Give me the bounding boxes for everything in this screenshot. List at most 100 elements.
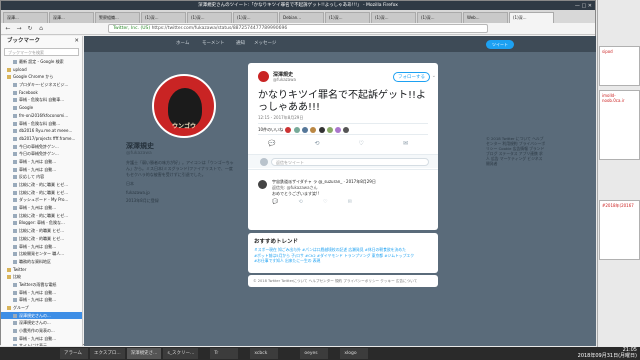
message-icon[interactable]: ✉ — [403, 140, 408, 147]
bookmark-item[interactable]: 深澤規史さんの... — [1, 319, 82, 327]
bookmark-item[interactable]: 車械 - 九州は 自動... — [1, 296, 82, 304]
avatar[interactable] — [258, 71, 269, 82]
tab-active[interactable]: (1)深... — [509, 12, 554, 23]
liker-avatar[interactable] — [285, 127, 292, 133]
liker-avatar[interactable] — [343, 127, 350, 133]
bookmark-folder[interactable]: Twitter — [1, 266, 82, 274]
taskbar-icon[interactable] — [50, 348, 58, 359]
nav-messages[interactable]: メッセージ — [254, 40, 276, 46]
bookmark-item[interactable]: 比較に改 - 的に職業 ヒゼ... — [1, 212, 82, 220]
profile-link[interactable]: fukazawa.jp — [126, 190, 236, 195]
retweet-icon[interactable]: ⟲ — [315, 140, 320, 147]
tab[interactable]: (1)深... — [371, 12, 416, 23]
taskbar-icon[interactable] — [10, 348, 18, 359]
bookmark-folder[interactable]: 比較 — [1, 273, 82, 281]
bookmark-item[interactable]: 車械 - 九州は 自動... — [1, 289, 82, 297]
author-handle[interactable]: @fukazawa — [273, 77, 296, 82]
taskbar-app[interactable]: 深澤規史さ... — [126, 348, 162, 359]
bookmark-item[interactable]: 比較に改 - 的に職業 ヒゼ... — [1, 181, 82, 189]
profile-name[interactable]: 深澤規史 — [126, 141, 236, 151]
bookmark-item[interactable]: 今日の車械免許ゲン... — [1, 150, 82, 158]
forward-icon[interactable]: → — [15, 25, 23, 33]
nav-home[interactable]: ホーム — [176, 40, 189, 46]
bookmark-item[interactable]: Twitterの雨雲な電紙 — [1, 281, 82, 289]
bookmark-folder[interactable]: upload — [1, 66, 82, 74]
profile-avatar[interactable]: ウンゴウ — [152, 74, 216, 138]
bookmark-item[interactable]: 車械 - 九州は 自動... — [1, 335, 82, 343]
page-footer[interactable]: © 2018 Twitter Twitterについて ヘルプセンター 規約 プラ… — [248, 275, 438, 287]
bookmark-item[interactable]: Blogger: 車械 - 危険な... — [1, 219, 82, 227]
taskbar-app[interactable]: oeyes — [300, 348, 329, 359]
taskbar-icon[interactable] — [200, 348, 208, 359]
bookmark-item[interactable]: サイトには表示... — [1, 342, 82, 346]
bookmark-item[interactable]: 車械 - 九州は 自動... — [1, 166, 82, 174]
tab[interactable]: Web... — [463, 12, 508, 23]
bookmark-item[interactable]: fm-oni2016fkfoconomi... — [1, 112, 82, 120]
back-icon[interactable]: ← — [4, 25, 12, 33]
liker-avatar[interactable] — [326, 127, 333, 133]
bookmark-item[interactable]: 車械 - 九州は 自動... — [1, 204, 82, 212]
taskbar-app[interactable]: xlogo — [340, 348, 369, 359]
bookmark-item[interactable]: プロダキー-ビジネスビジ... — [1, 81, 82, 89]
taskbar-app[interactable]: Tr — [210, 348, 239, 359]
tab[interactable]: Debian... — [279, 12, 324, 23]
taskbar-app[interactable]: アラーム — [60, 348, 88, 359]
taskbar-icon[interactable] — [40, 348, 48, 359]
likes-count[interactable]: 10件のいいね — [258, 127, 283, 132]
trend-item[interactable]: ミスポー現在 知ごみ出与外 #パンは口唇越境校の記述 広瀬発見 #休日の朝食欲を… — [254, 247, 432, 253]
bookmark-item[interactable]: 車械 - 危険な料 自動車... — [1, 96, 82, 104]
tab[interactable]: 深澤... — [49, 12, 94, 23]
reply-tweet[interactable]: 宇宙鉄道派ザイダチャ ラ @_suzuran_ · 2017年8月29日 返信先… — [248, 169, 438, 209]
tweet-button[interactable]: ツイート — [486, 40, 514, 49]
tab[interactable]: (1)深... — [187, 12, 232, 23]
follow-button[interactable]: フォローする — [393, 72, 430, 82]
liker-avatar[interactable] — [335, 127, 342, 133]
taskbar-icon[interactable] — [330, 348, 338, 359]
like-icon[interactable]: ♡ — [323, 199, 327, 205]
avatar[interactable] — [258, 180, 267, 189]
bookmark-item[interactable]: db2017/projects ffff.frame... — [1, 135, 82, 143]
nav-notifications[interactable]: 通知 — [236, 40, 245, 46]
taskbar-icon[interactable] — [280, 348, 288, 359]
close-icon[interactable]: ✕ — [74, 36, 79, 47]
bookmark-item[interactable]: 比較に改 - 的に職業 ヒゼ... — [1, 189, 82, 197]
bookmark-item[interactable]: db2016 Ryu.me.at meee... — [1, 127, 82, 135]
bookmark-item[interactable]: 反応して 内容 — [1, 173, 82, 181]
bookmark-item[interactable]: Google — [1, 104, 82, 112]
profile-handle[interactable]: @fukazawa — [126, 151, 236, 156]
bookmark-item[interactable]: 比較に改 - 的職業 ヒゼ... — [1, 227, 82, 235]
desktop-widget[interactable]: #2018年(20167 — [599, 200, 640, 260]
bookmark-item[interactable]: 最新 設定 - Google 検索 — [1, 58, 82, 66]
like-icon[interactable]: ♡ — [359, 140, 364, 147]
desktop-widget[interactable]: imolld-noob.0ca.ir — [599, 90, 640, 160]
clock[interactable]: 21:05 2018年09月31日(月曜日) — [578, 347, 637, 360]
window-controls[interactable]: — □ ✕ — [575, 2, 592, 11]
bookmark-item[interactable]: 比較開発センター 職人... — [1, 250, 82, 258]
tab[interactable]: (1)深... — [141, 12, 186, 23]
message-icon[interactable]: ✉ — [348, 199, 352, 205]
trend-item[interactable]: #お仕事です知人 出来たに一生の 表現 — [254, 258, 432, 264]
bookmark-item[interactable]: 比較に改 - 的職業 ヒゼ... — [1, 235, 82, 243]
bookmark-folder[interactable]: グループ — [1, 304, 82, 312]
tweet-timestamp[interactable]: 12:15 - 2017年8月29日 — [258, 115, 303, 121]
liker-avatar[interactable] — [310, 127, 317, 133]
taskbar-icon[interactable] — [30, 348, 38, 359]
tab[interactable]: (1)深... — [233, 12, 278, 23]
bookmark-item[interactable]: Facebook — [1, 89, 82, 97]
taskbar-app[interactable]: xcbck — [250, 348, 279, 359]
bookmark-item[interactable]: ダッシュボード - My Pro... — [1, 196, 82, 204]
taskbar-icon[interactable] — [20, 348, 28, 359]
bookmark-item[interactable]: 車械 - 九州は 自動... — [1, 158, 82, 166]
tab[interactable]: (1)深... — [417, 12, 462, 23]
bookmark-item[interactable]: 車械 - 危険な料 自動... — [1, 120, 82, 128]
taskbar-icon[interactable] — [0, 348, 8, 359]
reply-icon[interactable]: 💬 — [268, 140, 275, 147]
tab[interactable]: 警察組織... — [95, 12, 140, 23]
bookmark-folder[interactable]: Google Chrome から — [1, 73, 82, 81]
tab[interactable]: (1)深... — [325, 12, 370, 23]
nav-moments[interactable]: モーメント — [202, 40, 224, 46]
url-bar[interactable]: Twitter, Inc. (US) https://twitter.com/f… — [108, 24, 488, 33]
bookmark-item[interactable]: 深澤規史さんの... — [1, 311, 82, 320]
home-icon[interactable]: ⌂ — [37, 25, 45, 33]
tab[interactable]: 深澤... — [3, 12, 48, 23]
